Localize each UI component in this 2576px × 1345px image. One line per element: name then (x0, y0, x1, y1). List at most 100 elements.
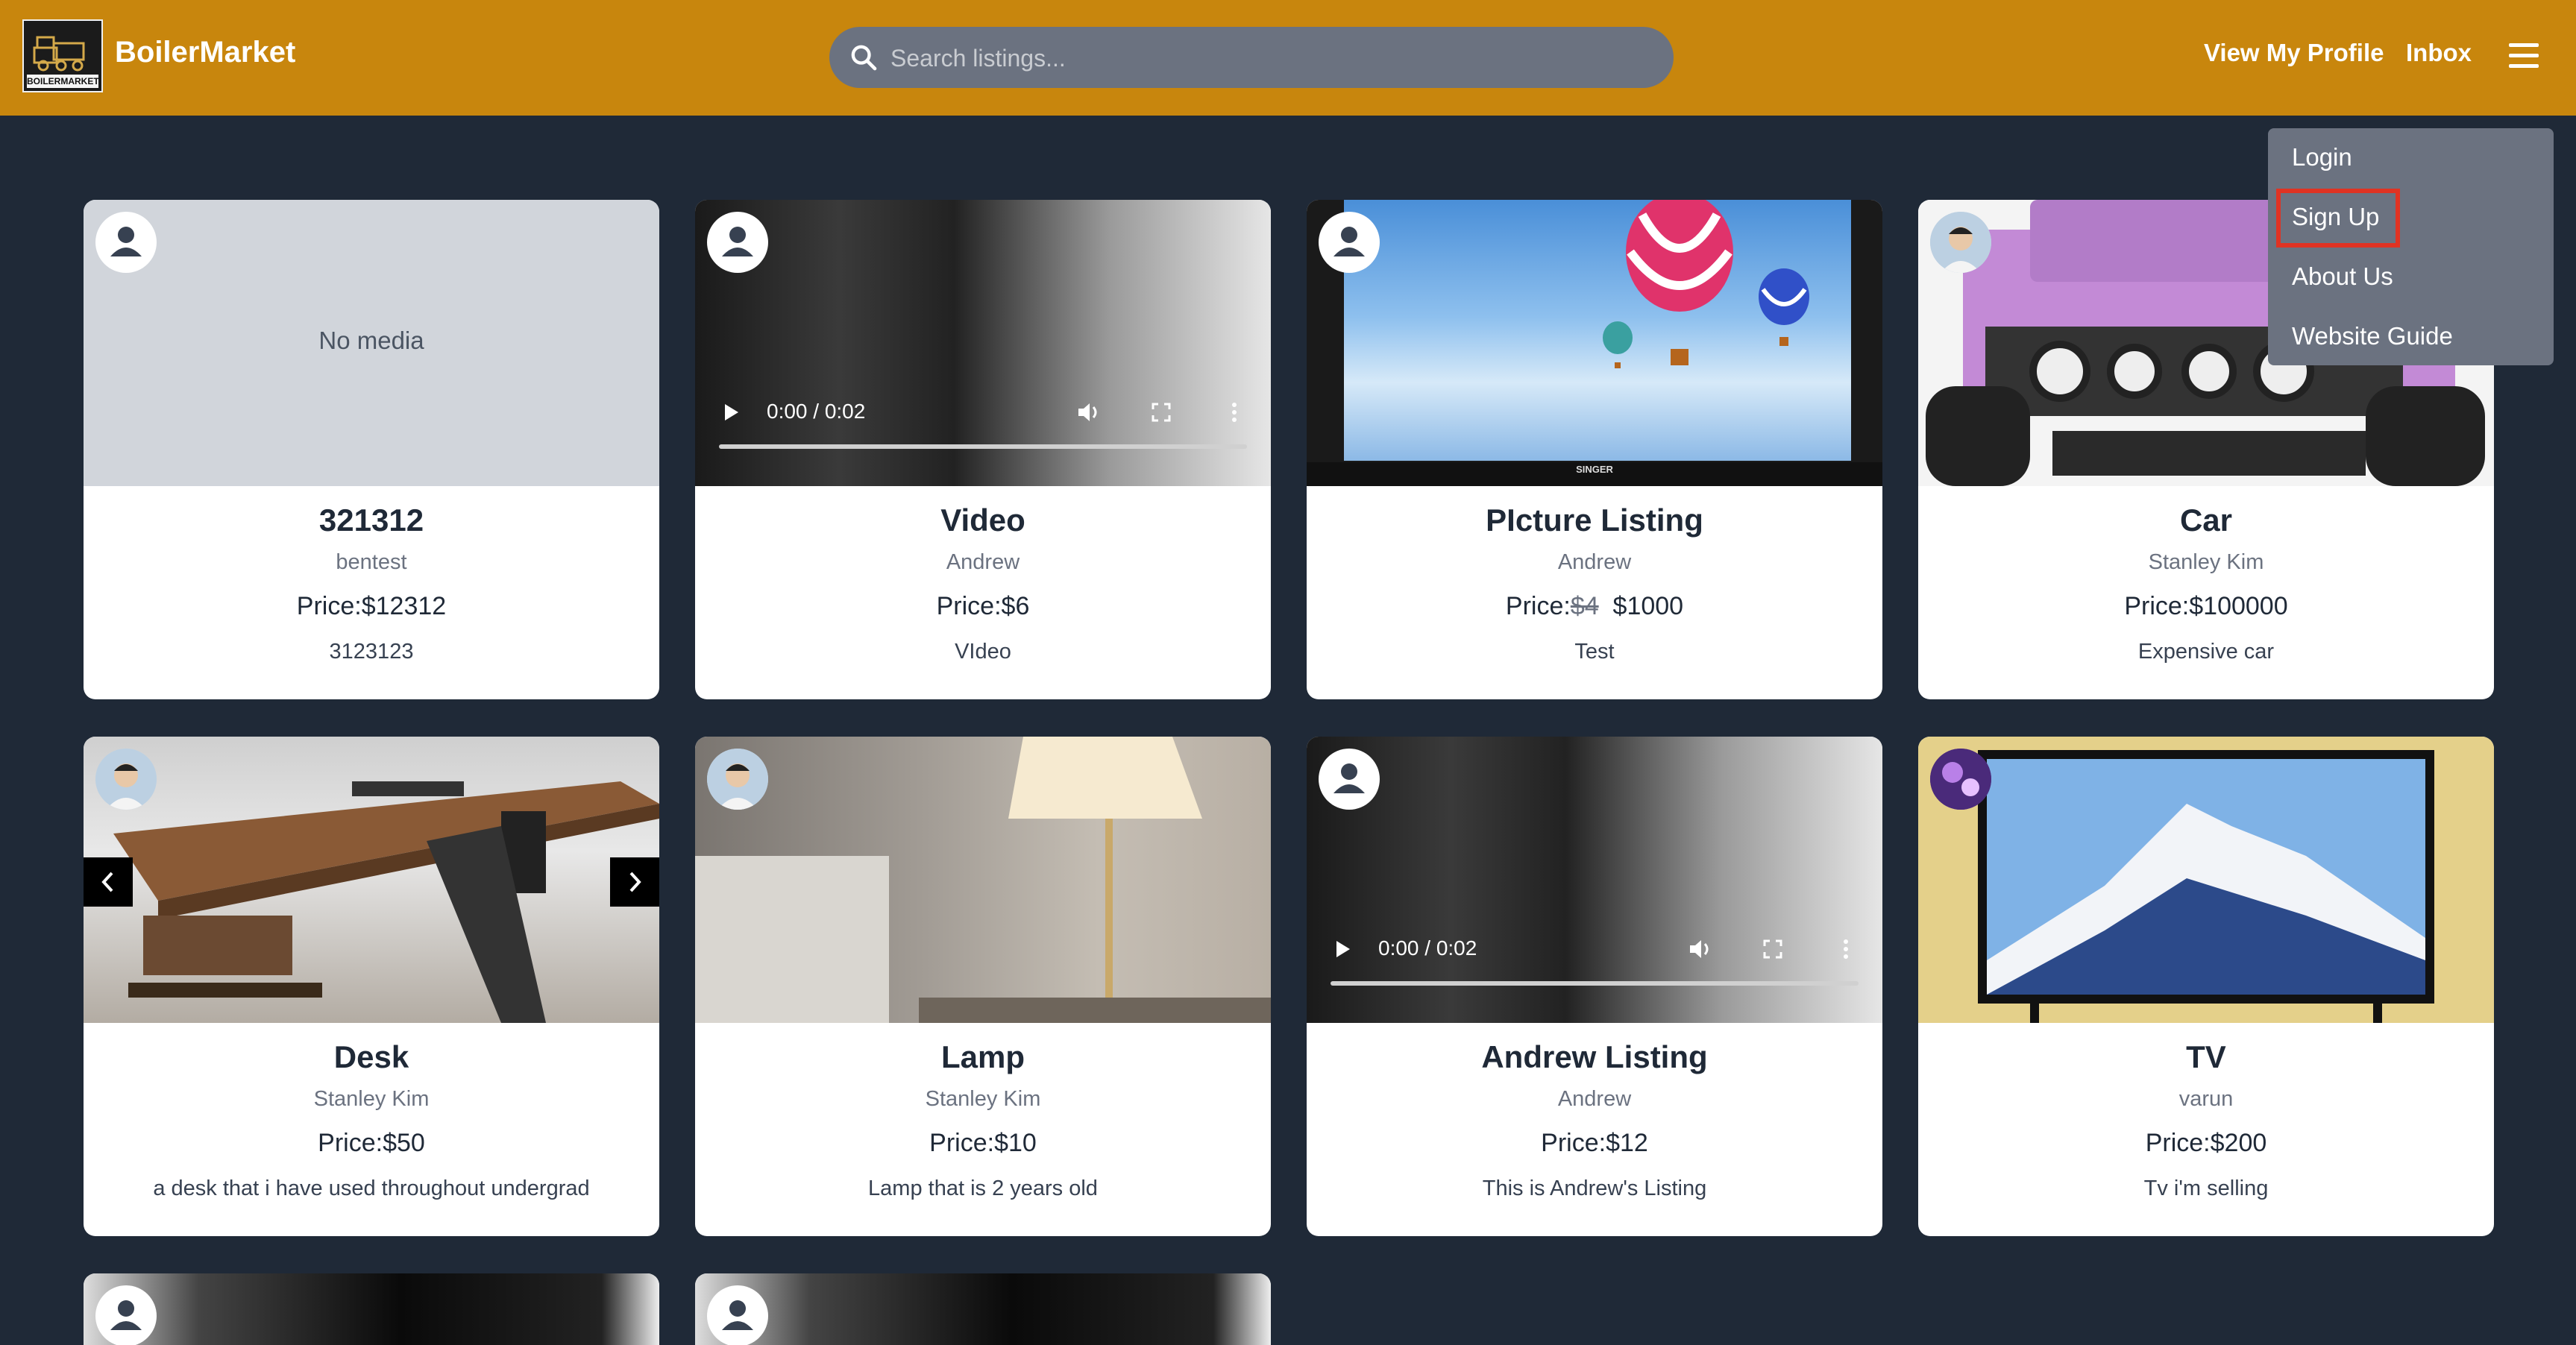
seller-avatar[interactable] (95, 1285, 157, 1345)
listing-description: a desk that i have used throughout under… (153, 1177, 590, 1200)
listing-card[interactable]: Desk Stanley Kim Price:$50 a desk that i… (84, 737, 659, 1236)
listing-card[interactable]: TV varun Price:$200 Tv i'm selling (1918, 737, 2494, 1236)
listing-description: 3123123 (329, 640, 414, 664)
volume-icon[interactable] (1077, 401, 1102, 423)
profile-photo-icon (1930, 212, 1991, 273)
carousel-next-button[interactable] (610, 857, 659, 907)
listing-card[interactable] (84, 1273, 659, 1345)
listing-price: Price:$12312 (84, 592, 659, 621)
listing-seller: Andrew (1557, 1087, 1632, 1111)
volume-icon[interactable] (1688, 938, 1714, 960)
menu-item-about-us[interactable]: About Us (2292, 262, 2393, 291)
carousel-prev-button[interactable] (84, 857, 133, 907)
listing-title: 321312 (318, 503, 424, 538)
listing-price: Price:$50 (84, 1129, 659, 1158)
price-value: $200 (2210, 1129, 2267, 1157)
no-media-label: No media (318, 327, 424, 354)
price-value: $1000 (1612, 592, 1684, 620)
listing-seller: bentest (336, 550, 407, 574)
price-value: $10 (994, 1129, 1037, 1157)
user-icon (722, 227, 753, 256)
video-progress-bar[interactable] (719, 444, 1247, 449)
price-label: Price: (2145, 1129, 2211, 1157)
inbox-link[interactable]: Inbox (2406, 39, 2472, 67)
listing-image (695, 1273, 1271, 1345)
seller-avatar[interactable] (707, 749, 768, 810)
listing-image[interactable]: SINGER (1307, 200, 1882, 486)
seller-avatar[interactable] (95, 212, 157, 273)
play-icon[interactable] (1335, 939, 1351, 959)
listing-image[interactable] (84, 737, 659, 1023)
seller-avatar[interactable] (1930, 212, 1991, 273)
listing-seller: Stanley Kim (925, 1087, 1041, 1111)
listing-price: Price:$6 (695, 592, 1271, 621)
seller-avatar[interactable] (95, 749, 157, 810)
brand-name[interactable]: BoilerMarket (115, 36, 295, 69)
listing-price: Price:$12 (1307, 1129, 1882, 1158)
media-placeholder: No media (84, 200, 659, 486)
logo-text: BOILERMARKET (27, 76, 99, 86)
fullscreen-icon[interactable] (1152, 403, 1171, 422)
listing-price: Price:$200 (1918, 1129, 2494, 1158)
profile-photo-icon (1930, 749, 1991, 810)
more-options-icon[interactable] (1231, 401, 1238, 423)
listing-card[interactable]: No media 321312 bentest Price:$12312 312… (84, 200, 659, 699)
balloon-image (1603, 321, 1633, 368)
price-label: Price: (936, 592, 1002, 620)
listing-image (84, 1273, 659, 1345)
listing-image[interactable] (695, 737, 1271, 1023)
listing-description: VIdeo (955, 640, 1011, 664)
search-input[interactable] (889, 27, 1653, 89)
price-label: Price: (318, 1129, 383, 1157)
price-value: $6 (1001, 592, 1030, 620)
tv-brand-label: SINGER (1576, 464, 1613, 475)
listing-price: Price:$100000 (1918, 592, 2494, 621)
listing-description: Tv i'm selling (2143, 1177, 2269, 1200)
top-nav-bar: BOILERMARKET BoilerMarket View My Profil… (0, 0, 2576, 116)
play-icon[interactable] (723, 403, 740, 422)
menu-item-login[interactable]: Login (2292, 143, 2352, 171)
listing-card[interactable]: Lamp Stanley Kim Price:$10 Lamp that is … (695, 737, 1271, 1236)
user-icon (1333, 763, 1365, 793)
listing-card[interactable]: 0:00 / 0:02 Andrew Listing Andrew Price:… (1307, 737, 1882, 1236)
listing-description: Lamp that is 2 years old (868, 1177, 1098, 1200)
video-controls: 0:00 / 0:02 (695, 200, 1271, 486)
tv-image (1978, 750, 2434, 1023)
listing-price: Price:$10 (695, 1129, 1271, 1158)
price-label: Price: (1505, 592, 1571, 620)
listing-price: Price:$4 $1000 (1307, 592, 1882, 621)
user-icon (110, 1300, 142, 1330)
price-label: Price: (929, 1129, 995, 1157)
hamburger-menu-icon[interactable] (2509, 43, 2539, 69)
chevron-right-icon (629, 872, 641, 892)
video-controls: 0:00 / 0:02 (1307, 737, 1882, 1023)
price-value: $50 (383, 1129, 425, 1157)
price-value: $100000 (2189, 592, 2288, 620)
user-icon (1333, 227, 1365, 256)
menu-item-website-guide[interactable]: Website Guide (2292, 322, 2453, 350)
fullscreen-icon[interactable] (1763, 939, 1782, 959)
listing-card[interactable]: 0:00 / 0:02 Video Andrew Price:$6 VIdeo (695, 200, 1271, 699)
seller-avatar[interactable] (1319, 749, 1380, 810)
more-options-icon[interactable] (1842, 938, 1850, 960)
listing-seller: Andrew (946, 550, 1020, 574)
seller-avatar[interactable] (1319, 212, 1380, 273)
seller-avatar[interactable] (1930, 749, 1991, 810)
listing-image[interactable] (1918, 737, 2494, 1023)
price-label: Price: (2124, 592, 2190, 620)
listing-description: Test (1574, 640, 1615, 664)
desk-image (113, 781, 659, 1023)
balloon-image (1759, 268, 1809, 346)
video-player[interactable]: 0:00 / 0:02 (695, 200, 1271, 486)
video-player[interactable]: 0:00 / 0:02 (1307, 737, 1882, 1023)
seller-avatar[interactable] (707, 1285, 768, 1345)
seller-avatar[interactable] (707, 212, 768, 273)
listing-title: Video (940, 503, 1025, 538)
listing-card[interactable]: SINGER PIcture Listing Andrew Price:$4 $… (1307, 200, 1882, 699)
listing-card[interactable] (695, 1273, 1271, 1345)
video-time: 0:00 / 0:02 (767, 400, 866, 423)
video-time: 0:00 / 0:02 (1378, 936, 1477, 960)
logo[interactable]: BOILERMARKET (22, 19, 103, 92)
view-profile-link[interactable]: View My Profile (2204, 39, 2384, 67)
video-progress-bar[interactable] (1331, 981, 1859, 986)
